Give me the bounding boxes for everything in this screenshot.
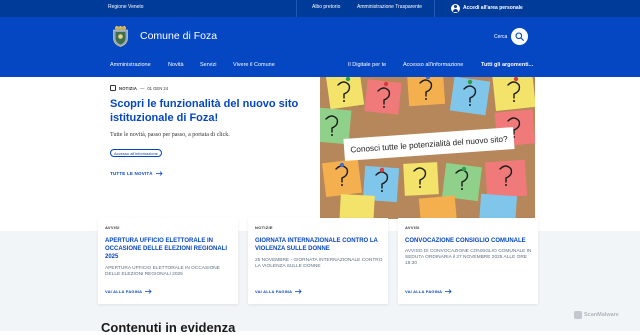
read-more-label: VAI ALLA PAGINA xyxy=(405,289,443,294)
all-news-link[interactable]: TUTTE LE NOVITÀ xyxy=(110,171,163,176)
watermark: ScanMalware xyxy=(574,311,619,319)
separator: — xyxy=(140,85,145,91)
calendar-icon xyxy=(110,85,116,91)
read-more-label: VAI ALLA PAGINA xyxy=(255,289,293,294)
card-description: 25 NOVEMBRE - GIORNATA INTERNAZIONALE CO… xyxy=(255,258,383,269)
hero-subtitle: Tutte le novità, passo per passo, a port… xyxy=(110,132,230,138)
watermark-label: ScanMalware xyxy=(584,312,619,318)
news-card: AVVISI CONVOCAZIONE CONSIGLIO COMUNALE A… xyxy=(398,218,538,304)
card-title-link[interactable]: APERTURA UFFICIO ELETTORALE IN OCCASIONE… xyxy=(105,237,233,261)
arrow-right-icon xyxy=(155,171,163,176)
card-description: APERTURA UFFICIO ELETTORALE IN OCCASIONE… xyxy=(105,266,220,277)
nav-item-amministrazione[interactable]: Amministrazione xyxy=(110,62,151,68)
nav-item-novita[interactable]: Novità xyxy=(168,62,184,68)
shield-icon xyxy=(574,311,582,319)
user-icon xyxy=(451,3,460,13)
crest-logo-icon[interactable] xyxy=(112,26,129,47)
featured-section-title: Contenuti in evidenza xyxy=(101,320,236,335)
news-meta: NOTIZIA — 01 GEN 24 xyxy=(110,85,168,91)
arrow-right-icon xyxy=(145,289,152,294)
nav-item-digitale[interactable]: Il Digitale per te xyxy=(348,62,386,68)
search-icon xyxy=(515,32,524,41)
card-title-link[interactable]: CONVOCAZIONE CONSIGLIO COMUNALE xyxy=(405,237,533,245)
card-category: AVVISI xyxy=(105,225,120,230)
topic-chip[interactable]: Accesso all'informazione xyxy=(110,149,162,157)
search-button[interactable] xyxy=(511,28,528,45)
hero-image: Conosci tutte le potenzialità del nuovo … xyxy=(320,77,535,219)
region-link[interactable]: Regione Veneto xyxy=(108,4,144,10)
card-read-more-link[interactable]: VAI ALLA PAGINA xyxy=(105,289,152,294)
card-category: NOTIZIE xyxy=(255,225,273,230)
nav-item-servizi[interactable]: Servizi xyxy=(200,62,217,68)
divider xyxy=(296,0,297,17)
news-date: 01 GEN 24 xyxy=(147,85,169,91)
login-button[interactable]: Accedi all'area personale xyxy=(451,2,523,14)
albo-pretorio-link[interactable]: Albo pretorio xyxy=(312,4,340,10)
arrow-right-icon xyxy=(295,289,302,294)
site-title[interactable]: Comune di Foza xyxy=(140,30,217,42)
arrow-right-icon xyxy=(445,289,452,294)
card-title-link[interactable]: GIORNATA INTERNAZIONALE CONTRO LA VIOLEN… xyxy=(255,237,383,253)
news-card: NOTIZIE GIORNATA INTERNAZIONALE CONTRO L… xyxy=(248,218,388,304)
nav-item-vivere-il-comune[interactable]: Vivere il Comune xyxy=(233,62,275,68)
search-label: Cerca xyxy=(494,34,508,40)
card-read-more-link[interactable]: VAI ALLA PAGINA xyxy=(255,289,302,294)
all-news-label: TUTTE LE NOVITÀ xyxy=(110,171,153,176)
read-more-label: VAI ALLA PAGINA xyxy=(105,289,143,294)
divider xyxy=(434,0,435,17)
hero-title-link[interactable]: Scopri le funzionalità del nuovo sito is… xyxy=(110,98,310,125)
card-category: AVVISI xyxy=(405,225,420,230)
hero-news: NOTIZIA — 01 GEN 24 Scopri le funzionali… xyxy=(0,77,320,219)
nav-item-tutti-argomenti[interactable]: Tutti gli argomenti... xyxy=(481,62,533,68)
news-card: AVVISI APERTURA UFFICIO ELETTORALE IN OC… xyxy=(98,218,238,304)
top-bar: Regione Veneto Albo pretorio Amministraz… xyxy=(0,0,640,17)
card-description: AVVISO DI CONVOCAZIONE CONSIGLIO COMUNAL… xyxy=(405,249,532,266)
nav-item-accesso-informazione[interactable]: Accesso all'informazione xyxy=(403,62,463,68)
amministrazione-trasparente-link[interactable]: Amministrazione Trasparente xyxy=(357,4,422,10)
site-header: Comune di Foza Cerca Amministrazione Nov… xyxy=(0,17,640,77)
news-badge: NOTIZIA xyxy=(119,85,138,91)
card-read-more-link[interactable]: VAI ALLA PAGINA xyxy=(405,289,452,294)
login-label: Accedi all'area personale xyxy=(463,5,523,11)
